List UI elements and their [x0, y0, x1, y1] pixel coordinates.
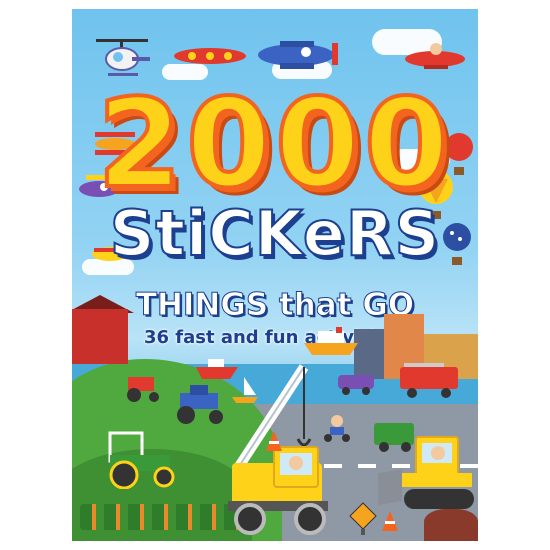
book-cover: 2000 StiCKeRS THINGS that GO 36 fast and… [72, 9, 478, 541]
bulldozer-icon [378, 436, 474, 509]
headline-stickers: StiCKeRS [109, 196, 441, 271]
barn [72, 309, 128, 364]
traffic-cone-icon [382, 511, 398, 531]
car-icon [338, 375, 374, 395]
plane-icon [405, 43, 465, 69]
rubble-pile [424, 509, 478, 541]
roadworks-sign-icon [349, 502, 377, 535]
tractor-icon [108, 431, 175, 489]
plane-icon [174, 48, 246, 64]
traffic-cone-icon [266, 431, 282, 451]
tractor-icon [127, 377, 159, 402]
plane-icon [258, 41, 338, 69]
boat-icon [304, 327, 358, 355]
scooter-icon [324, 415, 350, 442]
fire-truck-icon [400, 363, 458, 398]
number-2000: 2000 [95, 71, 453, 217]
